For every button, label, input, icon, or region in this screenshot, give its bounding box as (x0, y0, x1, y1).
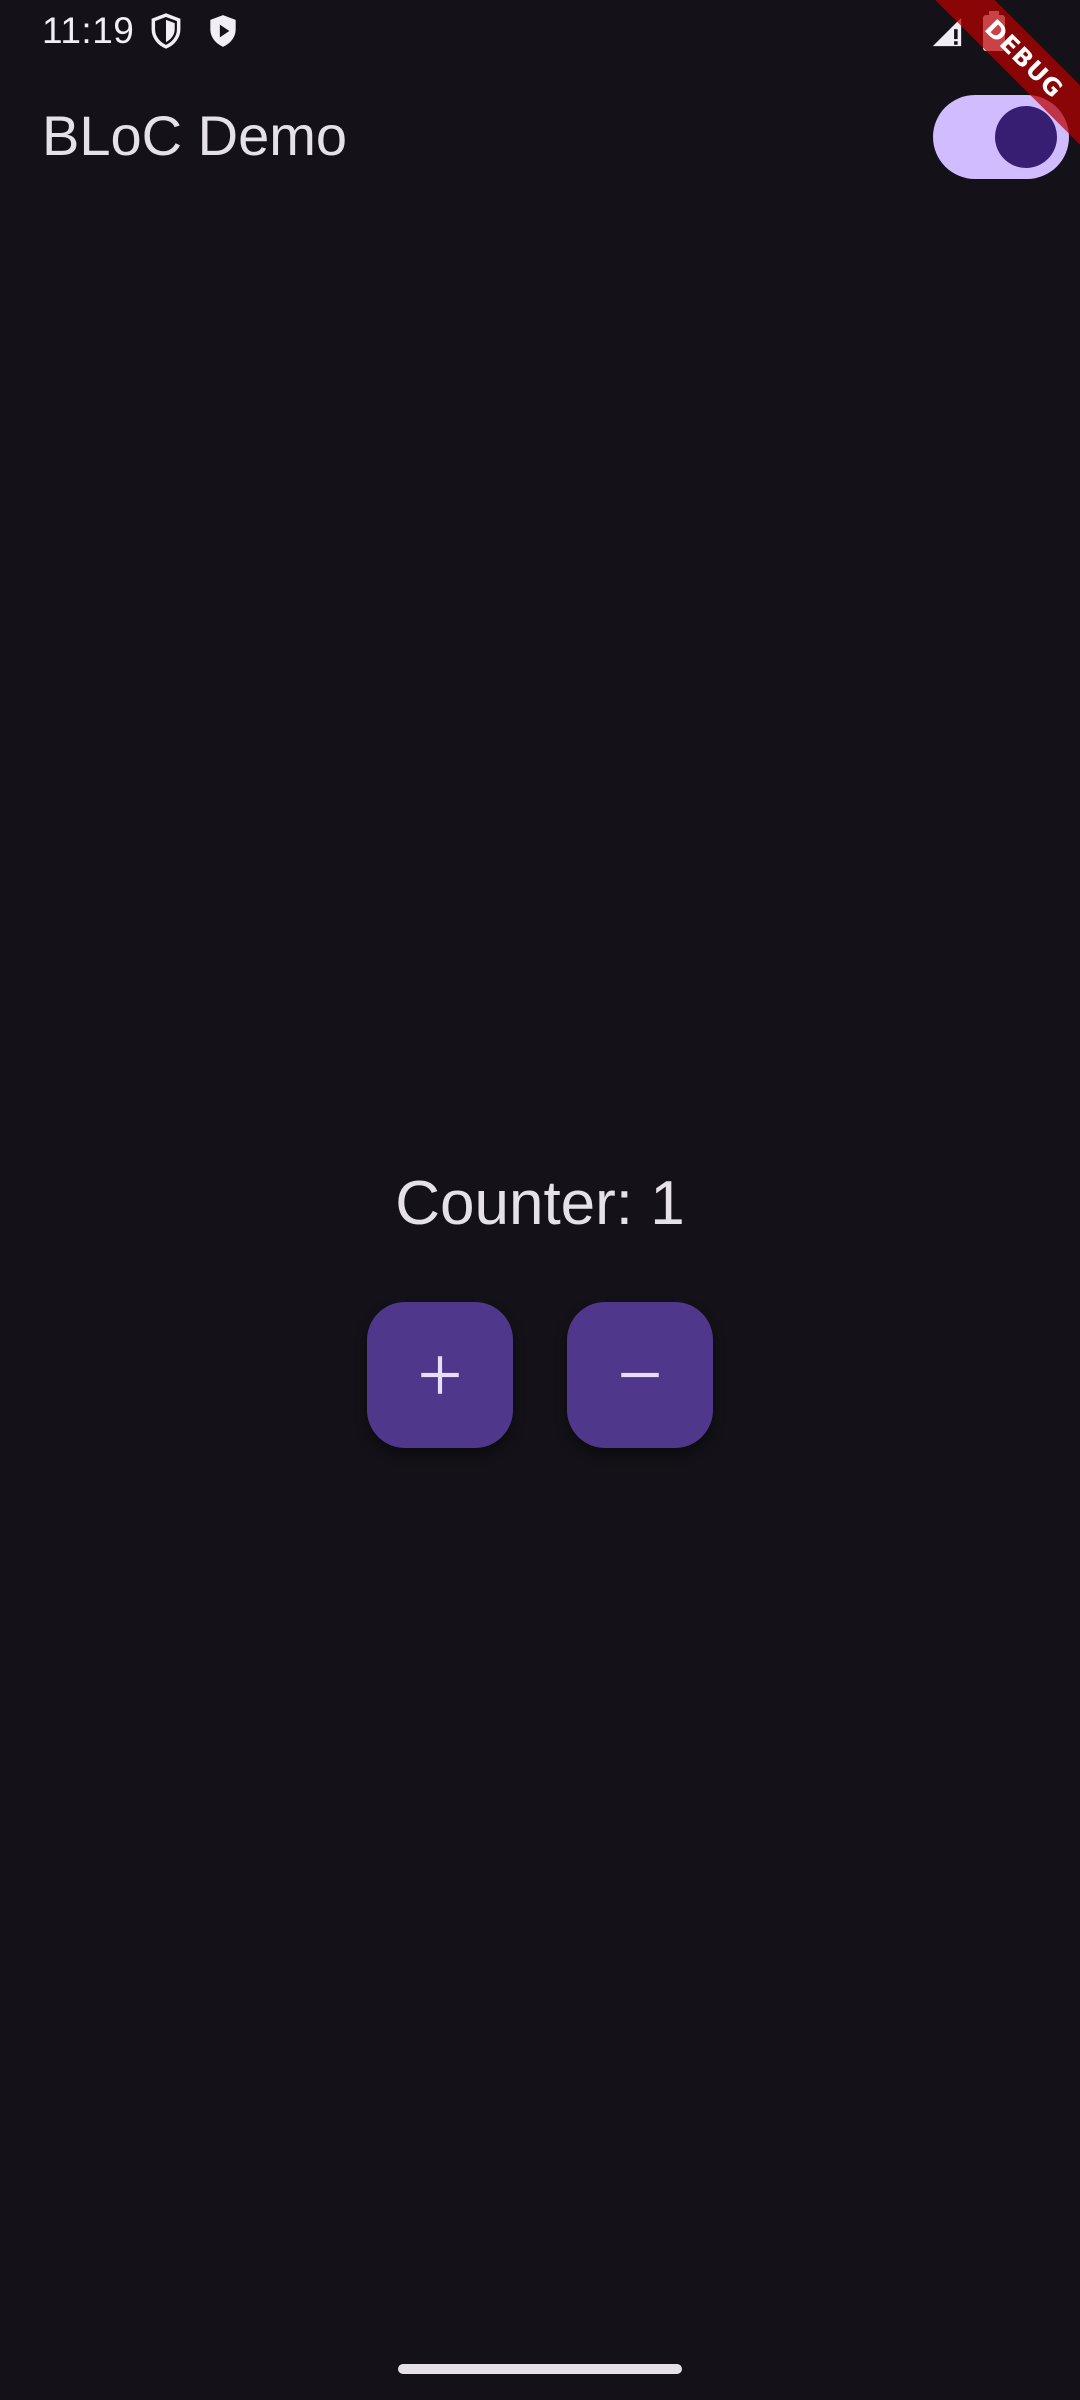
app-screen: 11:19 BLoC Demo DEBUG Counter: 1 (0, 0, 1080, 2400)
gesture-navigation-bar[interactable] (398, 2364, 682, 2374)
signal-icon (932, 17, 962, 47)
app-bar: BLoC Demo (0, 62, 1080, 210)
switch-thumb (995, 106, 1057, 168)
shield-outline-icon (151, 13, 181, 49)
increment-button[interactable] (367, 1302, 513, 1448)
status-time: 11:19 (42, 10, 135, 51)
plus-icon (421, 1356, 459, 1394)
status-bar: 11:19 (0, 0, 1080, 62)
decrement-button[interactable] (567, 1302, 713, 1448)
minus-icon (621, 1372, 659, 1378)
theme-toggle-switch[interactable] (933, 95, 1069, 179)
battery-icon (983, 11, 1005, 51)
play-protect-icon (210, 15, 236, 47)
counter-label: Counter: 1 (395, 1169, 685, 1238)
app-title: BLoC Demo (42, 104, 348, 167)
